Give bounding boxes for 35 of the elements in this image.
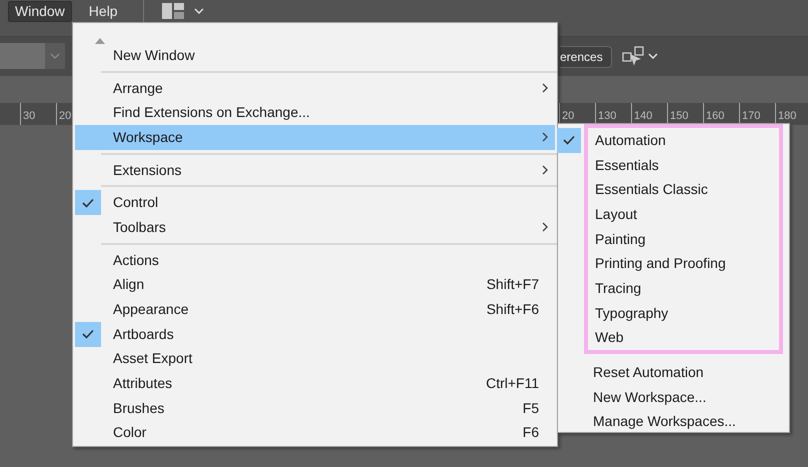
menu-item[interactable]: Appearance Shift+F6 (75, 297, 555, 322)
menu-item[interactable]: Arrange (75, 76, 555, 100)
menu-item[interactable]: Color F6 (75, 420, 555, 446)
menu-item[interactable]: Actions (75, 248, 555, 272)
menu-item[interactable]: Automation (588, 128, 779, 153)
preferences-button[interactable]: erences (560, 46, 612, 68)
menu-item[interactable]: Toolbars (75, 215, 555, 240)
menu-item[interactable]: Layout (588, 202, 779, 227)
menu-item[interactable]: Artboards (75, 322, 555, 347)
menu-item[interactable]: Asset Export (75, 346, 555, 372)
menu-item[interactable]: New Workspace... (586, 384, 789, 410)
menu-item[interactable]: Control (75, 190, 555, 216)
menu-item[interactable]: Extensions (75, 158, 555, 182)
menu-item[interactable]: Tracing (588, 276, 779, 301)
menu-item[interactable]: Attributes Ctrl+F11 (75, 371, 555, 396)
menu-item[interactable]: Help (82, 0, 125, 22)
chevron-down-icon (50, 53, 60, 59)
menu-item[interactable]: Painting (588, 226, 779, 252)
menu-item[interactable]: New Window (75, 43, 555, 68)
menu-item[interactable]: Window (8, 0, 72, 22)
menu-item[interactable]: Brushes F5 (75, 396, 555, 421)
menu-item[interactable]: Typography (588, 300, 779, 326)
ruler-label: 30 (20, 103, 56, 125)
dropdown-field[interactable] (0, 43, 45, 69)
chevron-down-icon (194, 8, 204, 14)
menu-item[interactable]: Align Shift+F7 (75, 272, 555, 298)
menu-item[interactable]: Web (588, 326, 779, 350)
menu-item[interactable]: Printing and Proofing (588, 251, 779, 276)
menu-item[interactable]: Reset Automation (586, 360, 789, 385)
menu-item[interactable]: Essentials (588, 152, 779, 178)
layout-icon[interactable] (162, 3, 184, 19)
chevron-down-icon (648, 53, 658, 59)
menu-item[interactable]: Workspace (75, 125, 555, 150)
menu-item[interactable]: Essentials Classic (588, 177, 779, 202)
menu-item[interactable]: Manage Workspaces... (586, 410, 789, 434)
